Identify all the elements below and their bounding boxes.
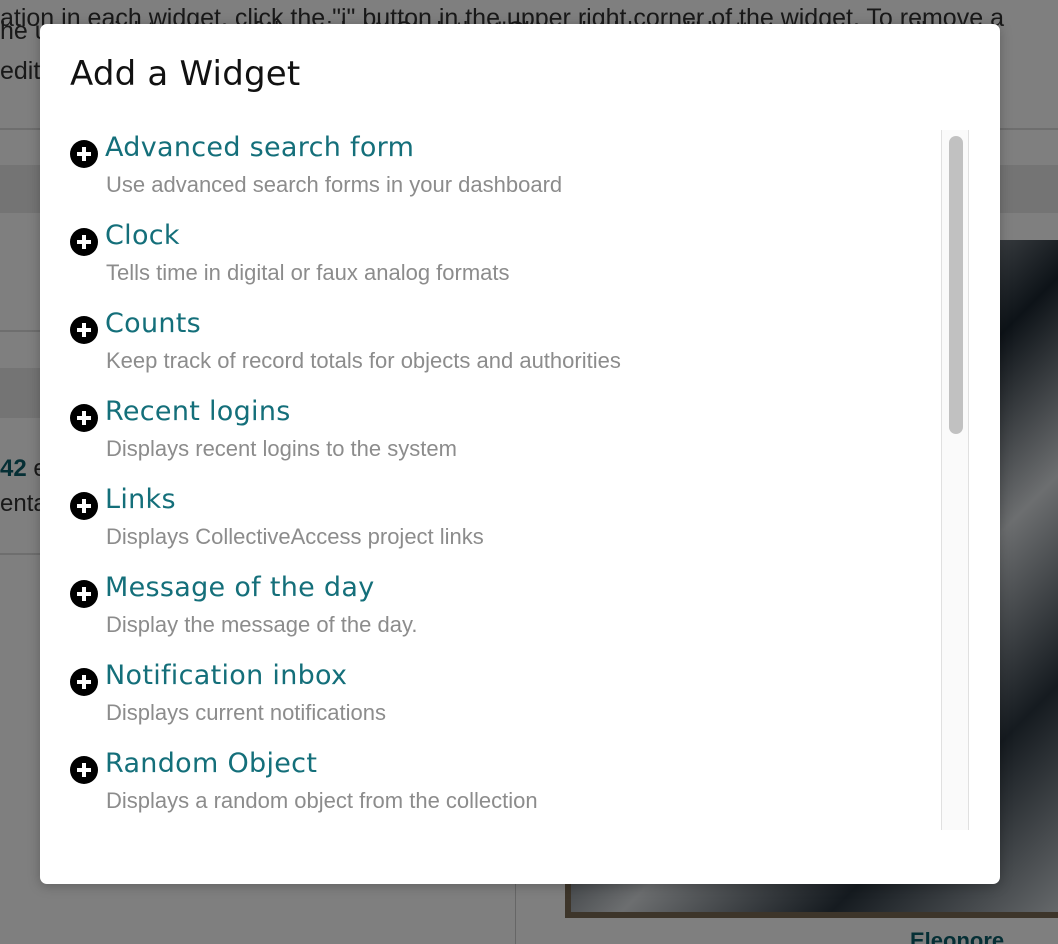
widget-list-scrollbar[interactable] xyxy=(941,130,969,830)
scrollbar-thumb[interactable] xyxy=(949,136,963,434)
plus-circle-icon[interactable] xyxy=(70,316,98,344)
widget-item-notification-inbox[interactable]: Notification inbox Displays current noti… xyxy=(70,658,930,738)
widget-item-counts[interactable]: Counts Keep track of record totals for o… xyxy=(70,306,930,386)
widget-description: Displays recent logins to the system xyxy=(106,436,457,461)
widget-item-recent-logins[interactable]: Recent logins Displays recent logins to … xyxy=(70,394,930,474)
dialog-title: Add a Widget xyxy=(70,54,301,94)
widget-name-link[interactable]: Notification inbox xyxy=(105,660,347,691)
widget-name-link[interactable]: Message of the day xyxy=(105,572,374,603)
widget-item-links[interactable]: Links Displays CollectiveAccess project … xyxy=(70,482,930,562)
plus-circle-icon[interactable] xyxy=(70,228,98,256)
widget-name-link[interactable]: Clock xyxy=(105,220,180,251)
plus-circle-icon[interactable] xyxy=(70,668,98,696)
widget-item-clock[interactable]: Clock Tells time in digital or faux anal… xyxy=(70,218,930,298)
widget-description: Display the message of the day. xyxy=(106,612,418,637)
widget-name-link[interactable]: Recent logins xyxy=(105,396,291,427)
plus-circle-icon[interactable] xyxy=(70,404,98,432)
widget-description: Keep track of record totals for objects … xyxy=(106,348,621,373)
widget-item-random-object[interactable]: Random Object Displays a random object f… xyxy=(70,746,930,826)
widget-description: Displays a random object from the collec… xyxy=(106,788,538,813)
plus-circle-icon[interactable] xyxy=(70,756,98,784)
widget-description: Displays current notifications xyxy=(106,700,387,725)
widget-list: Advanced search form Use advanced search… xyxy=(70,130,940,830)
widget-name-link[interactable]: Advanced search form xyxy=(105,132,414,163)
widget-description: Displays CollectiveAccess project links xyxy=(106,524,484,549)
plus-circle-icon[interactable] xyxy=(70,580,98,608)
plus-circle-icon[interactable] xyxy=(70,140,98,168)
widget-name-link[interactable]: Links xyxy=(105,484,176,515)
add-widget-dialog: Add a Widget Advanced search form Use ad… xyxy=(40,24,1000,884)
plus-circle-icon[interactable] xyxy=(70,492,98,520)
widget-item-message-of-the-day[interactable]: Message of the day Display the message o… xyxy=(70,570,930,650)
widget-item-advanced-search-form[interactable]: Advanced search form Use advanced search… xyxy=(70,130,930,210)
widget-name-link[interactable]: Random Object xyxy=(105,748,317,779)
widget-name-link[interactable]: Counts xyxy=(105,308,201,339)
widget-description: Use advanced search forms in your dashbo… xyxy=(106,172,563,197)
widget-description: Tells time in digital or faux analog for… xyxy=(106,260,510,285)
